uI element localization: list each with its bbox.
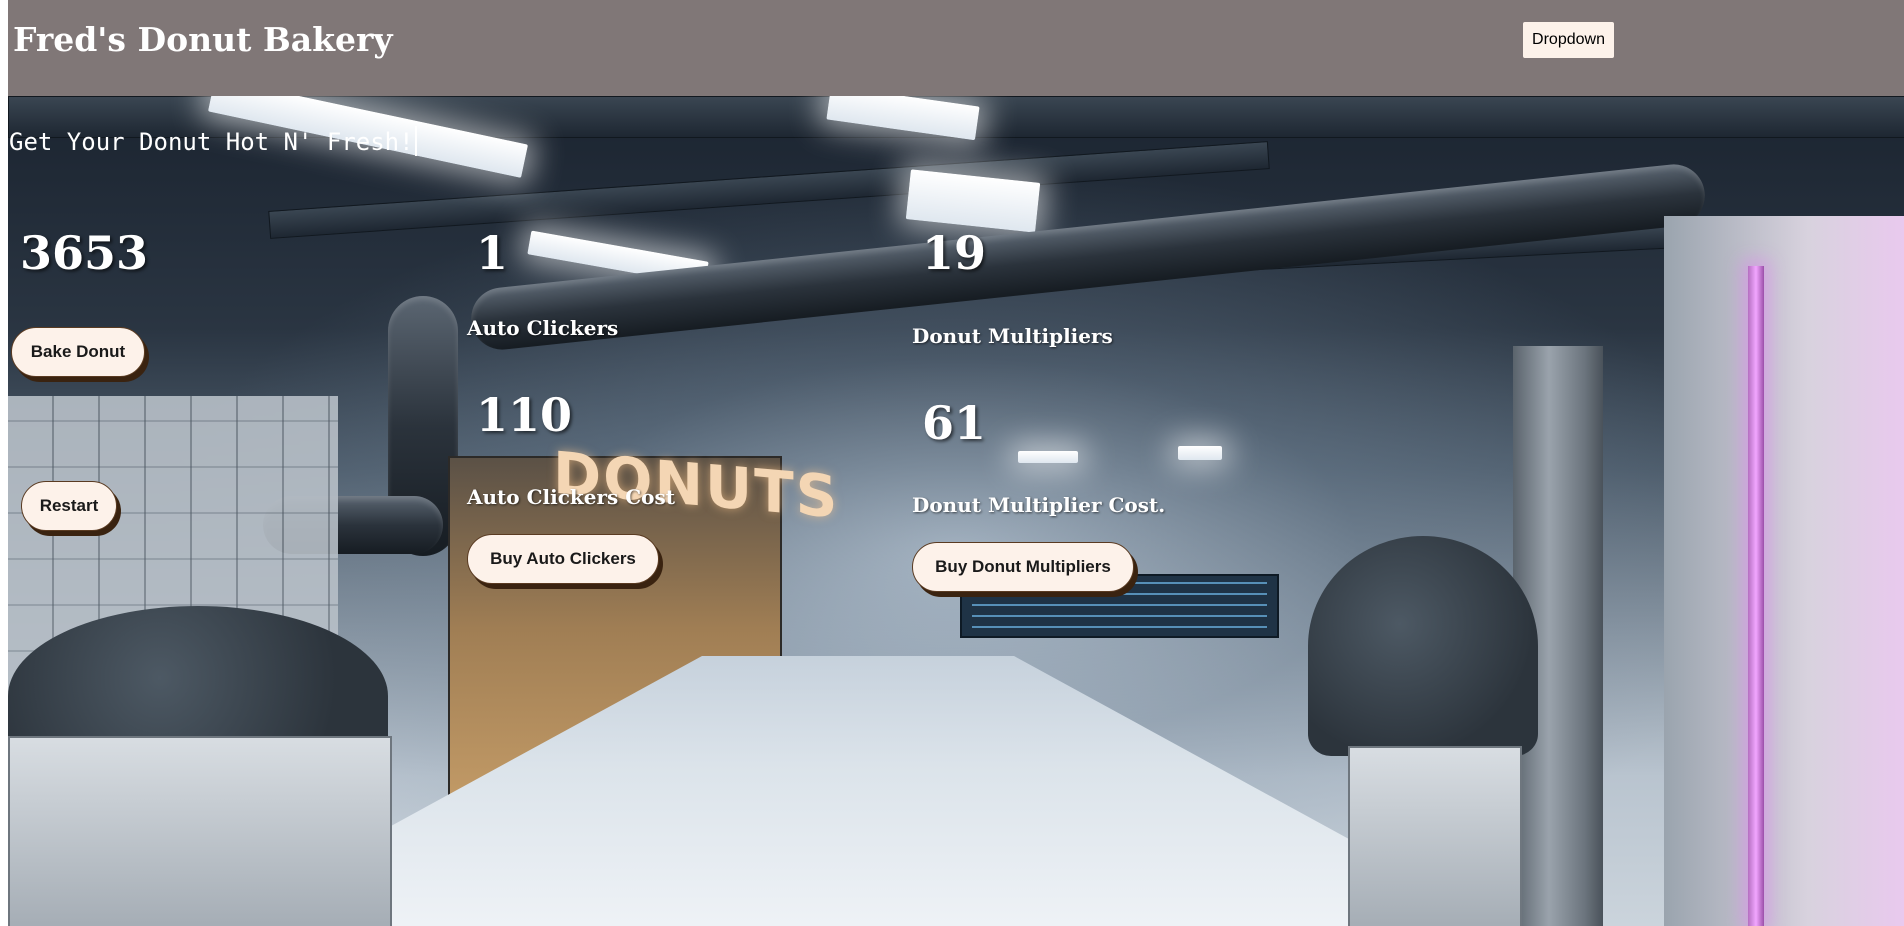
multipliers-cost-label: Donut Multiplier Cost. [912, 493, 1166, 517]
text-cursor [414, 126, 417, 156]
bake-donut-button[interactable]: Bake Donut [11, 327, 145, 377]
ceiling-light [1178, 446, 1222, 460]
site-title: Fred's Donut Bakery [13, 20, 393, 59]
dropdown-button[interactable]: Dropdown [1523, 22, 1614, 58]
tagline-text: Get Your Donut Hot N' Fresh! [9, 126, 417, 156]
right-wall [1664, 216, 1904, 926]
auto-clickers-count: 1 [476, 226, 509, 280]
site-header: Fred's Donut Bakery Dropdown [8, 0, 1904, 96]
neon-tube [1748, 266, 1764, 926]
auto-clickers-cost-label: Auto Clickers Cost [467, 485, 675, 509]
plants-right [1308, 536, 1538, 756]
planter-right [1348, 746, 1522, 926]
auto-clickers-label: Auto Clickers [467, 316, 619, 340]
buy-auto-clickers-button[interactable]: Buy Auto Clickers [467, 534, 659, 584]
multipliers-count: 19 [922, 226, 987, 280]
auto-clickers-cost: 110 [476, 388, 573, 442]
tagline-label: Get Your Donut Hot N' Fresh! [9, 128, 414, 156]
app-root: DONUTS Fred's Donut Bakery Dropdown Get … [8, 0, 1904, 926]
multipliers-cost: 61 [922, 396, 987, 450]
restart-button[interactable]: Restart [21, 481, 117, 531]
ceiling-light [1018, 451, 1078, 463]
donut-count: 3653 [20, 226, 149, 280]
buy-donut-multipliers-button[interactable]: Buy Donut Multipliers [912, 542, 1134, 592]
multipliers-label: Donut Multipliers [912, 324, 1113, 348]
planter-left [8, 736, 392, 926]
